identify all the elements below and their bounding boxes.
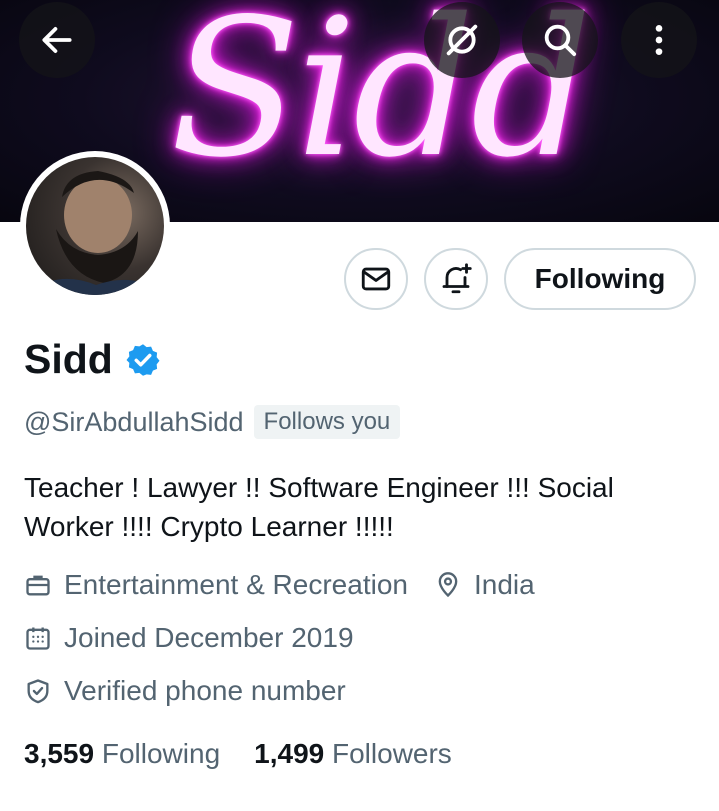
- shield-check-icon: [27, 679, 49, 704]
- avatar-photo: [26, 157, 164, 295]
- slashed-circle-icon: [446, 24, 478, 56]
- notifications-button[interactable]: [424, 248, 488, 310]
- profile-bio: Teacher ! Lawyer !! Software Engineer !!…: [24, 472, 614, 542]
- profile-verified-phone[interactable]: Verified phone number: [64, 675, 346, 707]
- envelope-icon: [361, 267, 391, 291]
- back-arrow-icon: [42, 27, 72, 53]
- followers-count-link[interactable]: 1,499 Followers: [254, 738, 452, 770]
- location-pin-icon: [438, 572, 458, 598]
- handle-row: @SirAbdullahSidd Follows you: [24, 405, 401, 439]
- grok-button[interactable]: [424, 2, 500, 78]
- profile-category: Entertainment & Recreation: [64, 569, 408, 600]
- following-count-link[interactable]: 3,559 Following: [24, 738, 220, 770]
- verified-badge-icon[interactable]: [125, 342, 161, 378]
- follow-counts: 3,559 Following 1,499 Followers: [24, 738, 452, 770]
- more-options-button[interactable]: [621, 2, 697, 78]
- profile-handle: @SirAbdullahSidd: [24, 406, 244, 437]
- calendar-icon: [26, 627, 50, 650]
- search-button[interactable]: [522, 2, 598, 78]
- message-button[interactable]: [344, 248, 408, 310]
- profile-name-row: Sidd: [24, 336, 161, 383]
- avatar-portrait: [26, 171, 164, 295]
- follows-you-badge: Follows you: [253, 405, 401, 439]
- profile-meta-joined: Joined December 2019: [24, 622, 354, 654]
- following-button[interactable]: Following: [504, 248, 696, 310]
- back-button[interactable]: [19, 2, 95, 78]
- profile-meta-verified-phone: Verified phone number: [24, 675, 346, 707]
- followers-count: 1,499: [254, 738, 325, 769]
- following-count: 3,559: [24, 738, 95, 769]
- search-icon: [544, 24, 577, 57]
- bell-plus-icon: [442, 263, 472, 294]
- profile-name: Sidd: [24, 336, 113, 382]
- briefcase-icon: [26, 575, 50, 596]
- profile-joined: Joined December 2019: [64, 622, 354, 653]
- profile-location: India: [473, 569, 535, 600]
- profile-meta-category-location: Entertainment & Recreation India: [24, 569, 535, 601]
- avatar[interactable]: [20, 151, 170, 301]
- more-vertical-icon: [655, 25, 663, 55]
- followers-label: Followers: [332, 738, 452, 769]
- following-label: Following: [101, 738, 221, 769]
